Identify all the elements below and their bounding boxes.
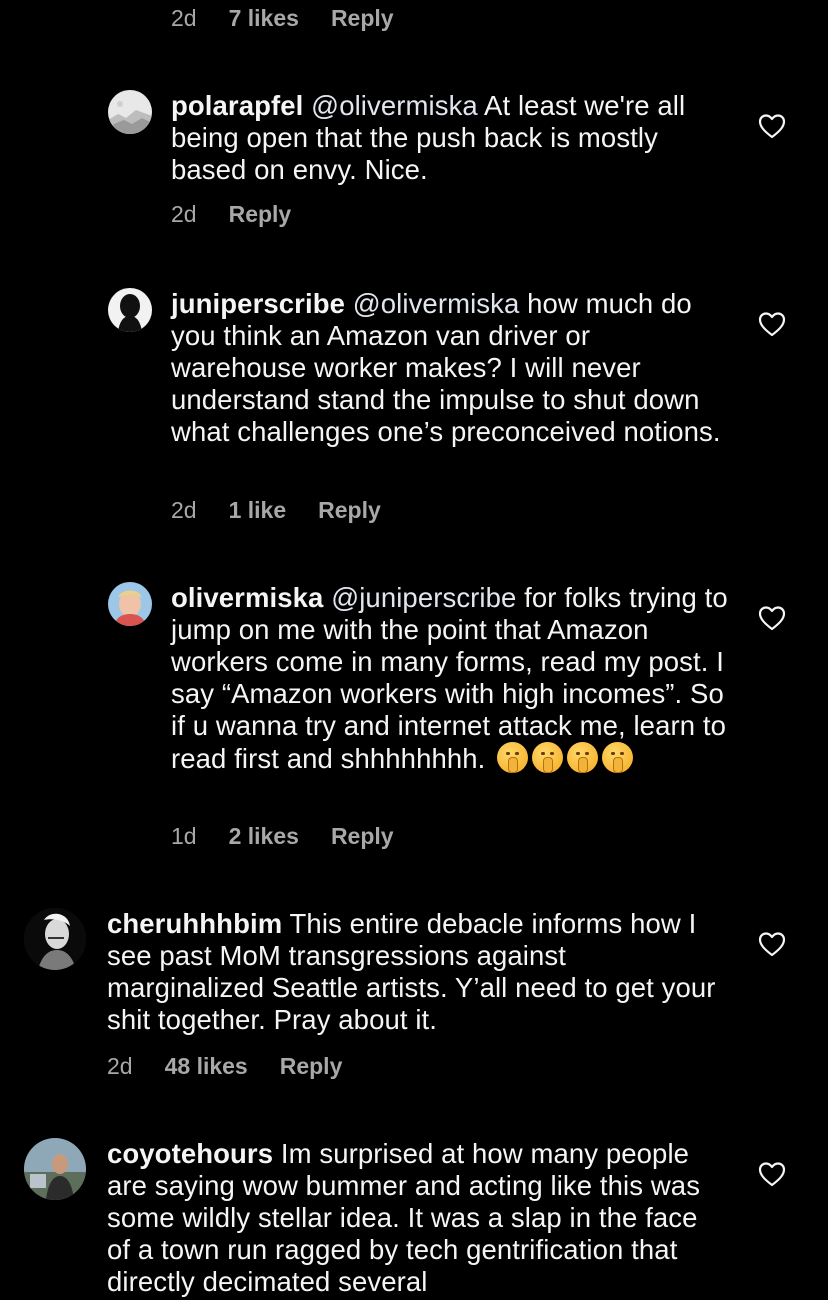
avatar-image	[108, 90, 152, 134]
shushing-face-emoji	[602, 742, 634, 773]
heart-outline-icon[interactable]	[758, 1161, 786, 1187]
comment-likes[interactable]: 1 like	[229, 496, 287, 524]
reply-button[interactable]: Reply	[280, 1052, 343, 1080]
comment-username[interactable]: cheruhhhbim	[107, 908, 282, 939]
reply-button[interactable]: Reply	[331, 4, 394, 32]
comment-username[interactable]: coyotehours	[107, 1138, 273, 1169]
reply-button[interactable]: Reply	[229, 200, 292, 228]
comment-time: 2d	[107, 1053, 133, 1079]
previous-comment-meta: 2d 7 likes Reply	[171, 4, 394, 32]
comment-text: polarapfel @olivermiska At least we're a…	[171, 90, 731, 186]
comment-mention[interactable]: @olivermiska	[353, 288, 520, 319]
comment-text: cheruhhhbim This entire debacle informs …	[107, 908, 717, 1036]
avatar[interactable]	[24, 908, 86, 970]
avatar[interactable]	[108, 90, 152, 134]
avatar[interactable]	[24, 1138, 86, 1200]
comment-likes[interactable]: 2 likes	[229, 822, 299, 850]
comment-text: coyotehours Im surprised at how many peo…	[107, 1138, 717, 1298]
comment-username[interactable]: juniperscribe	[171, 288, 345, 319]
comment-meta: 1d 2 likes Reply	[171, 822, 394, 850]
comment-time: 2d	[171, 497, 197, 523]
comment-mention[interactable]: @juniperscribe	[331, 582, 516, 613]
comment-meta: 2d 1 like Reply	[171, 496, 381, 524]
avatar[interactable]	[108, 582, 152, 626]
heart-outline-icon[interactable]	[758, 311, 786, 337]
comment-meta: 2d Reply	[171, 200, 291, 228]
reply-button[interactable]: Reply	[318, 496, 381, 524]
heart-outline-icon[interactable]	[758, 931, 786, 957]
avatar-image	[108, 582, 152, 626]
avatar-image	[24, 1138, 86, 1200]
comment-meta: 2d 48 likes Reply	[107, 1052, 342, 1080]
comment-time: 2d	[171, 201, 197, 227]
comment-time: 2d	[171, 5, 197, 31]
avatar[interactable]	[108, 288, 152, 332]
comments-thread: 2d 7 likes Reply polarapfel @olivermiska A…	[0, 0, 828, 1300]
comment-likes[interactable]: 48 likes	[165, 1052, 248, 1080]
comment-username[interactable]: olivermiska	[171, 582, 323, 613]
avatar-image	[108, 288, 152, 332]
shushing-face-emoji	[567, 742, 599, 773]
comment-text: olivermiska @juniperscribe for folks try…	[171, 582, 731, 775]
comment-text: juniperscribe @olivermiska how much do y…	[171, 288, 731, 448]
shushing-face-emoji	[497, 742, 529, 773]
comment-username[interactable]: polarapfel	[171, 90, 303, 121]
reply-button[interactable]: Reply	[331, 822, 394, 850]
comment-mention[interactable]: @olivermiska	[311, 90, 478, 121]
comment-likes[interactable]: 7 likes	[229, 4, 299, 32]
heart-outline-icon[interactable]	[758, 605, 786, 631]
heart-outline-icon[interactable]	[758, 113, 786, 139]
comment-time: 1d	[171, 823, 197, 849]
avatar-image	[24, 908, 86, 970]
shushing-face-emoji	[532, 742, 564, 773]
